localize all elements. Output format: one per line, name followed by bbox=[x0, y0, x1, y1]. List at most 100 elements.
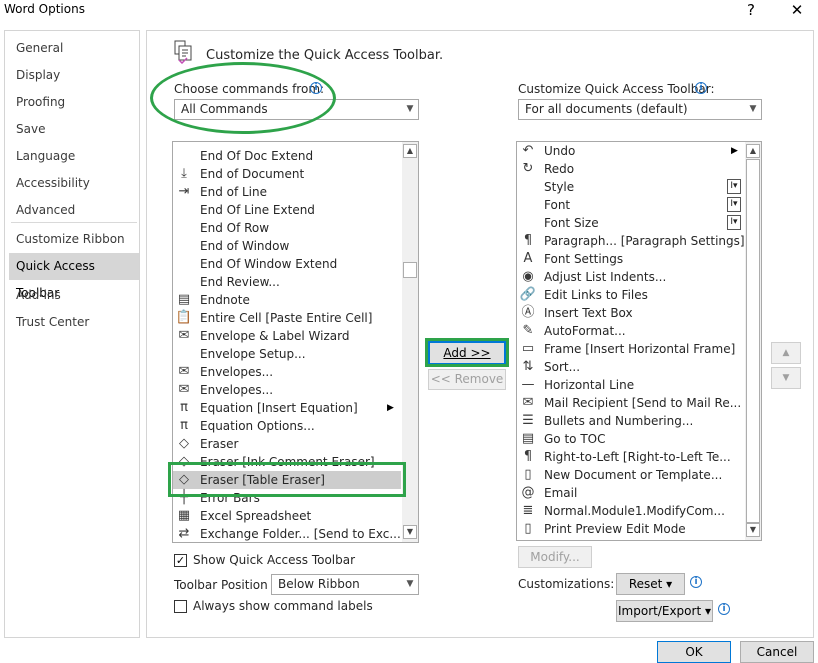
command-item[interactable]: ✉ Envelope & Label Wizard bbox=[173, 327, 401, 345]
info-icon[interactable]: i bbox=[690, 576, 702, 588]
toolbar-item[interactable]: Font Size I▾ bbox=[517, 214, 745, 232]
toolbar-item[interactable]: ✉ Mail Recipient [Send to Mail Re... bbox=[517, 394, 745, 412]
toolbar-position-select[interactable]: Below Ribbon ▼ bbox=[271, 574, 419, 595]
toolbar-item[interactable]: ▯ New Document or Template... bbox=[517, 466, 745, 484]
command-item[interactable]: π Equation Options... bbox=[173, 417, 401, 435]
nav-item-trust-center[interactable]: Trust Center bbox=[9, 309, 139, 336]
toolbar-item[interactable]: ◉ Adjust List Indents... bbox=[517, 268, 745, 286]
toolbar-item-label: AutoFormat... bbox=[544, 324, 626, 338]
toolbar-item[interactable]: Font I▾ bbox=[517, 196, 745, 214]
toolbar-item[interactable]: ✎ AutoFormat... bbox=[517, 322, 745, 340]
toolbar-item-label: Print Preview Edit Mode bbox=[544, 522, 686, 536]
command-item-label: End of Document bbox=[200, 167, 305, 181]
command-item[interactable]: ◇ Eraser bbox=[173, 435, 401, 453]
command-item[interactable]: End Review... bbox=[173, 273, 401, 291]
nav-item-general[interactable]: General bbox=[9, 35, 139, 62]
envelope-icon: ✉ bbox=[178, 382, 190, 397]
command-item[interactable]: End Of Window Extend bbox=[173, 255, 401, 273]
command-item[interactable]: ▤ Endnote bbox=[173, 291, 401, 309]
toolbar-item-label: Normal.Module1.ModifyCom... bbox=[544, 504, 725, 518]
reset-button[interactable]: Reset ▾ bbox=[616, 573, 685, 595]
command-item[interactable]: ✉ Envelopes... bbox=[173, 363, 401, 381]
toolbar-item[interactable]: 🔗 Edit Links to Files bbox=[517, 286, 745, 304]
scroll-thumb[interactable] bbox=[746, 159, 760, 523]
cancel-button[interactable]: Cancel bbox=[740, 641, 814, 663]
nav-item-add-ins[interactable]: Add-ins bbox=[9, 282, 139, 309]
nav-item-quick-access-toolbar[interactable]: Quick Access Toolbar bbox=[9, 253, 139, 300]
info-icon[interactable]: i bbox=[695, 82, 707, 94]
toolbar-item[interactable]: @ Email bbox=[517, 484, 745, 502]
highlight-ellipse bbox=[150, 62, 336, 134]
scroll-down-icon[interactable]: ▼ bbox=[746, 523, 760, 537]
nav-item-proofing[interactable]: Proofing bbox=[9, 89, 139, 116]
command-item-label: End Review... bbox=[200, 275, 280, 289]
ok-button[interactable]: OK bbox=[657, 641, 731, 663]
mail-icon: ✉ bbox=[522, 395, 534, 410]
nav-item-advanced[interactable]: Advanced bbox=[9, 197, 139, 224]
move-down-button[interactable]: ▼ bbox=[771, 367, 801, 389]
command-item[interactable]: End of Window bbox=[173, 237, 401, 255]
toolbar-item[interactable]: ¶ Paragraph... [Paragraph Settings] bbox=[517, 232, 745, 250]
info-icon[interactable]: i bbox=[718, 603, 730, 615]
command-item[interactable]: ⇥ End of Line bbox=[173, 183, 401, 201]
toolbar-item[interactable]: ☰ Bullets and Numbering... bbox=[517, 412, 745, 430]
submenu-arrow-icon: ▶ bbox=[387, 403, 394, 413]
command-item-label: Endnote bbox=[200, 293, 250, 307]
help-button[interactable]: ? bbox=[736, 0, 766, 22]
toolbar-item[interactable]: ⇅ Sort... bbox=[517, 358, 745, 376]
modify-button[interactable]: Modify... bbox=[518, 546, 592, 568]
show-toolbar-checkbox[interactable]: ✓ bbox=[174, 554, 187, 567]
command-item[interactable]: π Equation [Insert Equation] ▶ bbox=[173, 399, 401, 417]
toolbar-item[interactable]: ↻ Redo bbox=[517, 160, 745, 178]
toolbar-scrollbar[interactable]: ▲ ▼ bbox=[745, 142, 761, 540]
envelope-icon: ✉ bbox=[178, 364, 190, 379]
command-item[interactable]: End Of Line Extend bbox=[173, 201, 401, 219]
chevron-down-icon: ▼ bbox=[749, 104, 757, 114]
toolbar-item[interactable]: ≣ Normal.Module1.ModifyCom... bbox=[517, 502, 745, 520]
command-item[interactable]: ⤓ End of Document bbox=[173, 165, 401, 183]
toolbar-item[interactable]: — Horizontal Line bbox=[517, 376, 745, 394]
toolbar-item[interactable]: A Font Settings bbox=[517, 250, 745, 268]
list-indent-icon: ◉ bbox=[522, 269, 534, 284]
end-of-document-icon: ⤓ bbox=[181, 166, 187, 181]
toolbar-item[interactable]: ▭ Frame [Insert Horizontal Frame] bbox=[517, 340, 745, 358]
window-title: Word Options bbox=[4, 2, 85, 16]
toolbar-item[interactable]: ▯ Print Preview Edit Mode bbox=[517, 520, 745, 538]
toolbar-item[interactable]: ▤ Go to TOC bbox=[517, 430, 745, 448]
remove-button[interactable]: << Remove bbox=[428, 369, 506, 390]
nav-item-language[interactable]: Language bbox=[9, 143, 139, 170]
toolbar-item[interactable]: Ⓐ Insert Text Box bbox=[517, 304, 745, 322]
command-item[interactable]: 📋 Entire Cell [Paste Entire Cell] bbox=[173, 309, 401, 327]
options-nav: General Display Proofing Save Language Access… bbox=[4, 30, 140, 638]
always-show-labels-checkbox[interactable] bbox=[174, 600, 187, 613]
import-export-button[interactable]: Import/Export ▾ bbox=[616, 600, 713, 622]
command-item-label: Equation [Insert Equation] bbox=[200, 401, 358, 415]
page-heading: Customize the Quick Access Toolbar. bbox=[206, 48, 444, 63]
command-item[interactable]: ✉ Envelopes... bbox=[173, 381, 401, 399]
toolbar-items-list[interactable]: ▲ ▼ ↶ Undo ▶ ↻ Redo Style I▾ Font I▾ Font Size I▾ ¶… bbox=[516, 141, 762, 541]
customize-toolbar-select[interactable]: For all documents (default) ▼ bbox=[518, 99, 762, 120]
nav-item-customize-ribbon[interactable]: Customize Ribbon bbox=[9, 226, 139, 253]
nav-item-save[interactable]: Save bbox=[9, 116, 139, 143]
nav-item-accessibility[interactable]: Accessibility bbox=[9, 170, 139, 197]
move-up-button[interactable]: ▲ bbox=[771, 342, 801, 364]
command-item[interactable]: Envelope Setup... bbox=[173, 345, 401, 363]
toolbar-item[interactable]: Style I▾ bbox=[517, 178, 745, 196]
command-item[interactable]: End Of Row bbox=[173, 219, 401, 237]
toolbar-item[interactable]: ↶ Undo ▶ bbox=[517, 142, 745, 160]
close-button[interactable]: ✕ bbox=[782, 0, 812, 22]
text-box-icon: Ⓐ bbox=[521, 305, 535, 320]
scroll-up-icon[interactable]: ▲ bbox=[746, 144, 760, 158]
scroll-thumb[interactable] bbox=[403, 262, 417, 278]
nav-item-display[interactable]: Display bbox=[9, 62, 139, 89]
scroll-up-icon[interactable]: ▲ bbox=[403, 144, 417, 158]
command-item-label: End Of Row bbox=[200, 221, 270, 235]
toolbar-item-label: Bullets and Numbering... bbox=[544, 414, 694, 428]
scroll-down-icon[interactable]: ▼ bbox=[403, 525, 417, 539]
eraser-icon: ◇ bbox=[179, 436, 189, 451]
toolbar-item[interactable]: ¶ Right-to-Left [Right-to-Left Te... bbox=[517, 448, 745, 466]
toolbar-item-label: Adjust List Indents... bbox=[544, 270, 667, 284]
command-item[interactable]: ▦ Excel Spreadsheet bbox=[173, 507, 401, 525]
command-item[interactable]: End Of Doc Extend bbox=[173, 147, 401, 165]
command-item[interactable]: ⇄ Exchange Folder... [Send to Exc... bbox=[173, 525, 401, 542]
